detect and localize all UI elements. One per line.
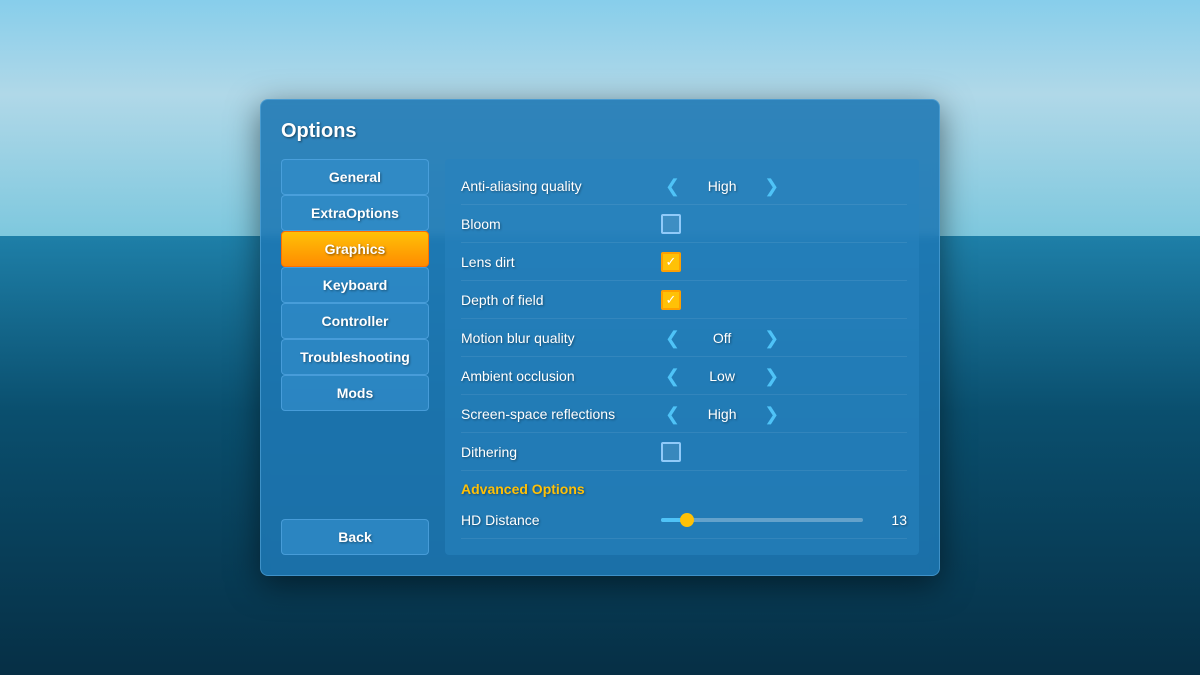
sidebar-spacer — [281, 417, 429, 505]
sidebar-btn-controller[interactable]: Controller — [281, 303, 429, 339]
arrow-right-4[interactable]: ❯ — [760, 329, 783, 347]
slider-label-0: HD Distance — [461, 512, 661, 528]
options-dialog: Options GeneralExtraOptionsGraphicsKeybo… — [260, 99, 940, 576]
setting-row-5: Ambient occlusion❮ Low ❯ — [461, 357, 907, 395]
sidebar-btn-mods[interactable]: Mods — [281, 375, 429, 411]
slider-thumb-0[interactable] — [680, 513, 694, 527]
sidebar-buttons: GeneralExtraOptionsGraphicsKeyboardContr… — [281, 159, 429, 411]
setting-row-3: Depth of field ✓ — [461, 281, 907, 319]
arrow-value-4: Off — [692, 330, 752, 346]
setting-label-7: Dithering — [461, 444, 661, 460]
arrow-right-0[interactable]: ❯ — [760, 177, 783, 195]
sidebar-btn-extra-options[interactable]: ExtraOptions — [281, 195, 429, 231]
arrow-value-5: Low — [692, 368, 752, 384]
sidebar-btn-general[interactable]: General — [281, 159, 429, 195]
content-panel: Anti-aliasing quality❮High❯BloomLens dir… — [445, 159, 919, 555]
arrow-value-0: High — [692, 178, 752, 194]
slider-row-0: HD Distance 13 — [461, 501, 907, 539]
setting-label-1: Bloom — [461, 216, 661, 232]
setting-row-1: Bloom — [461, 205, 907, 243]
sidebar-btn-graphics[interactable]: Graphics — [281, 231, 429, 267]
arrow-control-5: ❮ Low ❯ — [661, 367, 907, 385]
checkbox-3[interactable]: ✓ — [661, 290, 681, 310]
slider-row-1: Underwater Range20 — [461, 539, 907, 547]
checkbox-1[interactable] — [661, 214, 681, 234]
dialog-body: GeneralExtraOptionsGraphicsKeyboardContr… — [281, 159, 919, 555]
checkbox-check-3: ✓ — [666, 293, 677, 306]
setting-row-7: Dithering — [461, 433, 907, 471]
arrow-left-6[interactable]: ❮ — [661, 405, 684, 423]
setting-control-2: ✓ — [661, 252, 907, 272]
setting-control-5: ❮ Low ❯ — [661, 367, 907, 385]
setting-label-2: Lens dirt — [461, 254, 661, 270]
setting-control-3: ✓ — [661, 290, 907, 310]
dialog-overlay: Options GeneralExtraOptionsGraphicsKeybo… — [0, 0, 1200, 675]
arrow-control-4: ❮ Off ❯ — [661, 329, 907, 347]
arrow-control-0: ❮ High ❯ — [661, 177, 907, 195]
settings-rows: Anti-aliasing quality❮High❯BloomLens dir… — [461, 167, 907, 471]
arrow-left-4[interactable]: ❮ — [661, 329, 684, 347]
setting-label-5: Ambient occlusion — [461, 368, 661, 384]
back-button[interactable]: Back — [281, 519, 429, 555]
arrow-left-0[interactable]: ❮ — [661, 177, 684, 195]
dialog-title: Options — [281, 120, 919, 143]
setting-control-7 — [661, 442, 907, 462]
arrow-left-5[interactable]: ❮ — [661, 367, 684, 385]
content-inner[interactable]: Anti-aliasing quality❮High❯BloomLens dir… — [445, 167, 919, 547]
setting-row-6: Screen-space reflections❮ High ❯ — [461, 395, 907, 433]
slider-track-row-0: 13 — [661, 512, 907, 528]
checkbox-check-2: ✓ — [666, 255, 677, 268]
advanced-options-header: Advanced Options — [461, 471, 907, 501]
setting-label-3: Depth of field — [461, 292, 661, 308]
setting-control-6: ❮ High ❯ — [661, 405, 907, 423]
sidebar-btn-troubleshooting[interactable]: Troubleshooting — [281, 339, 429, 375]
setting-control-1 — [661, 214, 907, 234]
arrow-right-6[interactable]: ❯ — [760, 405, 783, 423]
setting-row-0: Anti-aliasing quality❮ High ❯ — [461, 167, 907, 205]
checkbox-2[interactable]: ✓ — [661, 252, 681, 272]
arrow-control-6: ❮ High ❯ — [661, 405, 907, 423]
slider-value-0: 13 — [871, 512, 907, 528]
setting-row-2: Lens dirt ✓ — [461, 243, 907, 281]
arrow-right-5[interactable]: ❯ — [760, 367, 783, 385]
arrow-value-6: High — [692, 406, 752, 422]
setting-label-0: Anti-aliasing quality — [461, 178, 661, 194]
setting-control-4: ❮ Off ❯ — [661, 329, 907, 347]
sidebar: GeneralExtraOptionsGraphicsKeyboardContr… — [281, 159, 429, 555]
sidebar-btn-keyboard[interactable]: Keyboard — [281, 267, 429, 303]
setting-label-6: Screen-space reflections — [461, 406, 661, 422]
slider-control-0: 13 — [661, 512, 907, 528]
setting-row-4: Motion blur quality❮ Off ❯ — [461, 319, 907, 357]
checkbox-7[interactable] — [661, 442, 681, 462]
setting-label-4: Motion blur quality — [461, 330, 661, 346]
sliders-rows: HD Distance13Underwater Range20Surface R… — [461, 501, 907, 547]
setting-control-0: ❮ High ❯ — [661, 177, 907, 195]
slider-track-0[interactable] — [661, 518, 863, 522]
